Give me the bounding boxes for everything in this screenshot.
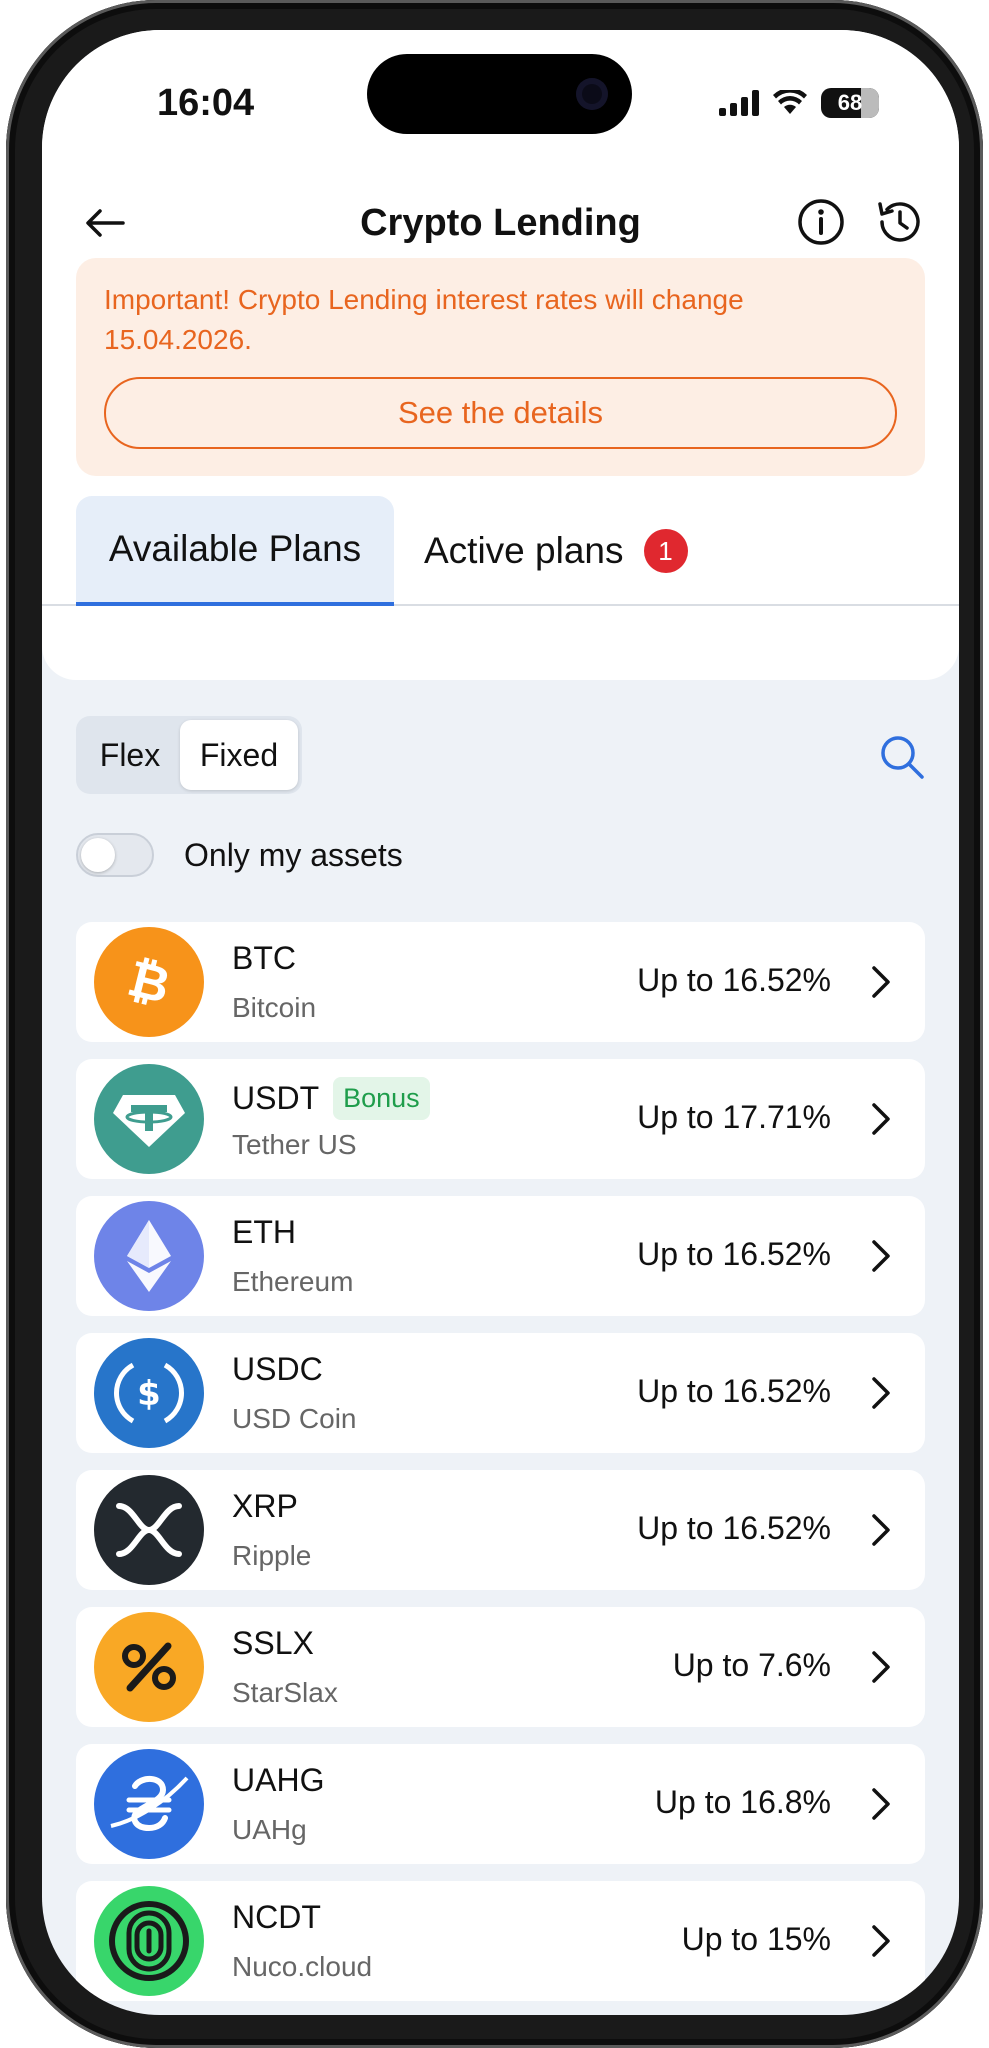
asset-name: StarSlax [232,1677,338,1708]
svg-text:$: $ [137,1374,161,1414]
dynamic-island [367,54,632,134]
asset-name: Bitcoin [232,992,317,1023]
list-item[interactable]: NCDT Nuco.cloud Up to 15% [76,1881,925,2001]
chevron-right-icon [872,1377,890,1409]
asset-ticker: USDT [232,1080,320,1116]
bitcoin-icon: ₿ [94,927,204,1037]
asset-rate: Up to 16.52% [637,1236,831,1272]
tab-active-plans[interactable]: Active plans 1 [424,496,688,606]
asset-ticker: UAHG [232,1762,325,1798]
asset-name: Ripple [232,1540,312,1571]
rate-change-notice: Important! Crypto Lending interest rates… [76,258,925,476]
asset-ticker: BTC [232,940,296,976]
list-item[interactable]: SSLX StarSlax Up to 7.6% [76,1607,925,1727]
asset-name: USD Coin [232,1403,357,1434]
asset-rate: Up to 16.8% [654,1784,831,1820]
xrp-icon [94,1475,204,1585]
signal-icon [719,90,759,116]
status-indicators: 68 [719,88,879,118]
active-count-badge: 1 [643,529,688,573]
list-item[interactable]: ₿ BTC Bitcoin Up to 16.52% [76,922,925,1042]
status-time: 16:04 [157,82,255,124]
tether-icon [94,1064,204,1174]
tab-available-plans[interactable]: Available Plans [76,496,394,606]
asset-rate: Up to 16.52% [637,962,831,998]
app-header: Crypto Lending [42,188,959,258]
asset-name: Ethereum [232,1266,354,1297]
see-details-button[interactable]: See the details [104,377,897,449]
plan-tabs: Available Plans Active plans 1 [42,496,959,606]
screen: 16:04 68 Crypto Lending Important! Crypt… [42,30,959,2015]
phone-frame: 16:04 68 Crypto Lending Important! Crypt… [6,0,983,2048]
list-item[interactable]: XRP Ripple Up to 16.52% [76,1470,925,1590]
chevron-right-icon [872,1240,890,1272]
chevron-right-icon [872,1788,890,1820]
only-my-assets-row: Only my assets [76,833,403,877]
toggle-label: Only my assets [184,836,403,873]
asset-rate: Up to 16.52% [637,1510,831,1546]
asset-ticker: ETH [232,1214,296,1250]
usdc-icon: $ [94,1338,204,1448]
search-button[interactable] [875,730,929,784]
asset-ticker: USDC [232,1351,323,1387]
asset-name: Nuco.cloud [232,1951,373,1982]
uahg-icon [94,1749,204,1859]
asset-list: ₿ BTC Bitcoin Up to 16.52% USDT Bonus Te… [76,922,925,2015]
asset-rate: Up to 17.71% [637,1099,831,1135]
nuco-icon [94,1886,204,1996]
asset-rate: Up to 16.52% [637,1373,831,1409]
history-button[interactable] [873,196,925,248]
filter-fixed[interactable]: Fixed [180,720,298,790]
asset-name: UAHg [232,1814,307,1845]
wifi-icon [773,90,807,114]
filter-flex[interactable]: Flex [80,737,180,774]
chevron-right-icon [872,1514,890,1546]
search-icon [881,736,924,779]
ethereum-icon [94,1201,204,1311]
asset-name: Tether US [232,1129,357,1160]
list-item[interactable]: UAHG UAHg Up to 16.8% [76,1744,925,1864]
only-my-assets-toggle[interactable] [76,833,154,877]
asset-ticker: SSLX [232,1625,314,1661]
list-item[interactable]: USDT Bonus Tether US Up to 17.71% [76,1059,925,1179]
history-icon [878,202,920,242]
tab-active-label: Active plans [424,530,624,571]
asset-ticker: XRP [232,1488,298,1524]
info-button[interactable] [795,196,847,248]
bonus-badge: Bonus [333,1077,430,1120]
chevron-right-icon [872,1925,890,1957]
chevron-right-icon [872,1651,890,1683]
notice-text: Important! Crypto Lending interest rates… [104,284,744,355]
asset-rate: Up to 15% [681,1921,831,1957]
starslax-icon [94,1612,204,1722]
asset-rate: Up to 7.6% [672,1647,831,1683]
list-item[interactable]: $ USDC USD Coin Up to 16.52% [76,1333,925,1453]
svg-text:₿: ₿ [122,949,176,1015]
list-item[interactable]: ETH Ethereum Up to 16.52% [76,1196,925,1316]
chevron-right-icon [872,966,890,998]
asset-ticker: NCDT [232,1899,321,1935]
info-icon [798,199,844,245]
battery-icon: 68 [821,88,879,118]
term-filter: Flex Fixed [76,716,302,794]
chevron-right-icon [872,1103,890,1135]
